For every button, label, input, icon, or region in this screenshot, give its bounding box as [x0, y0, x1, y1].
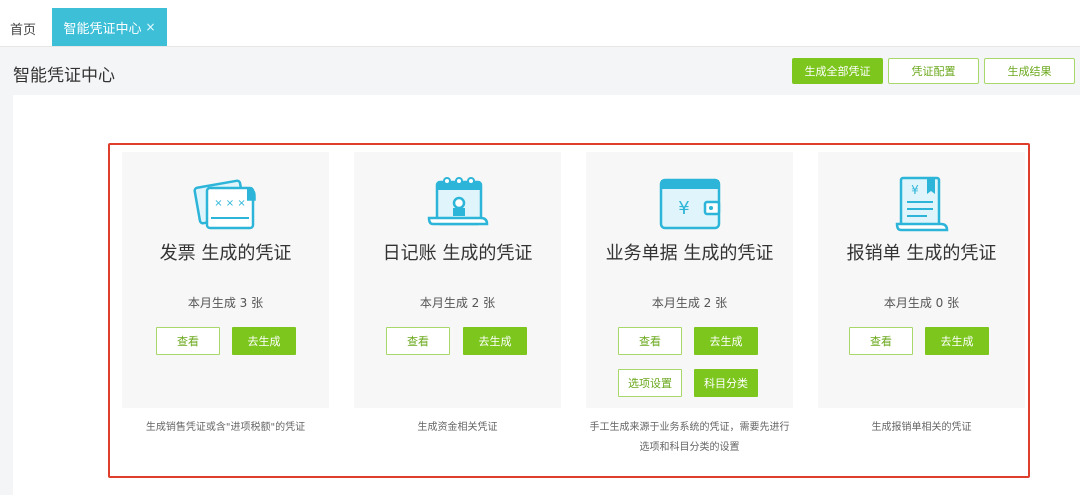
generate-results-button[interactable]: 生成结果	[984, 58, 1075, 84]
account-classification-button[interactable]: 科目分类	[694, 369, 758, 397]
card-count: 本月生成 3 张	[187, 296, 264, 310]
generate-button[interactable]: 去生成	[925, 327, 989, 355]
card-expense-report: ¥ 报销单 生成的凭证 本月生成 0 张 查看 去生成	[818, 152, 1025, 408]
card-description-line: 选项和科目分类的设置	[639, 442, 740, 453]
generate-all-vouchers-button[interactable]: 生成全部凭证	[792, 58, 883, 84]
card-count: 本月生成 2 张	[419, 296, 496, 310]
journal-icon	[427, 177, 488, 226]
card-count: 本月生成 2 张	[651, 296, 728, 310]
tab-smart-voucher-center[interactable]: 智能凭证中心 ×	[52, 8, 167, 46]
tab-label: 智能凭证中心	[63, 21, 142, 37]
card-count: 本月生成 0 张	[883, 296, 960, 310]
invoice-icon: × × ×	[192, 179, 256, 230]
receipt-icon: ¥	[895, 176, 948, 232]
card-title: 日记账 生成的凭证	[382, 243, 533, 264]
tab-bar: 首页 智能凭证中心 ×	[0, 0, 1080, 47]
card-title: 业务单据 生成的凭证	[605, 243, 774, 264]
view-button[interactable]: 查看	[386, 327, 450, 355]
options-settings-button[interactable]: 选项设置	[618, 369, 682, 397]
generate-button[interactable]: 去生成	[463, 327, 527, 355]
card-business-documents: ¥ 业务单据 生成的凭证 本月生成 2 张 查看 去生成 选项设置 科目分类	[586, 152, 793, 408]
card-description: 手工生成来源于业务系统的凭证，需要先进行 选项和科目分类的设置	[572, 418, 807, 458]
generate-button[interactable]: 去生成	[232, 327, 296, 355]
tab-home[interactable]: 首页	[10, 19, 36, 38]
currency-mark: ¥	[678, 198, 689, 219]
card-description: 生成资金相关凭证	[417, 422, 498, 433]
card-title: 发票 生成的凭证	[159, 243, 292, 264]
card-description: 生成销售凭证或含"进项税额"的凭证	[145, 422, 306, 433]
card-title: 报销单 生成的凭证	[846, 243, 997, 264]
card-invoice: × × × 发票 生成的凭证 本月生成 3 张 查看 去生成	[122, 152, 329, 408]
view-button[interactable]: 查看	[849, 327, 913, 355]
voucher-config-button[interactable]: 凭证配置	[888, 58, 979, 84]
currency-mark: ¥	[911, 183, 919, 197]
page-title: 智能凭证中心	[13, 66, 115, 86]
card-description: 生成报销单相关的凭证	[871, 422, 972, 433]
generate-button[interactable]: 去生成	[694, 327, 758, 355]
card-description-line: 手工生成来源于业务系统的凭证，需要先进行	[589, 422, 790, 433]
card-journal: 日记账 生成的凭证 本月生成 2 张 查看 去生成	[354, 152, 561, 408]
wallet-icon: ¥	[659, 178, 720, 230]
view-button[interactable]: 查看	[156, 327, 220, 355]
close-icon[interactable]: ×	[145, 20, 155, 34]
stamp-mark: × × ×	[214, 198, 246, 209]
view-button[interactable]: 查看	[618, 327, 682, 355]
